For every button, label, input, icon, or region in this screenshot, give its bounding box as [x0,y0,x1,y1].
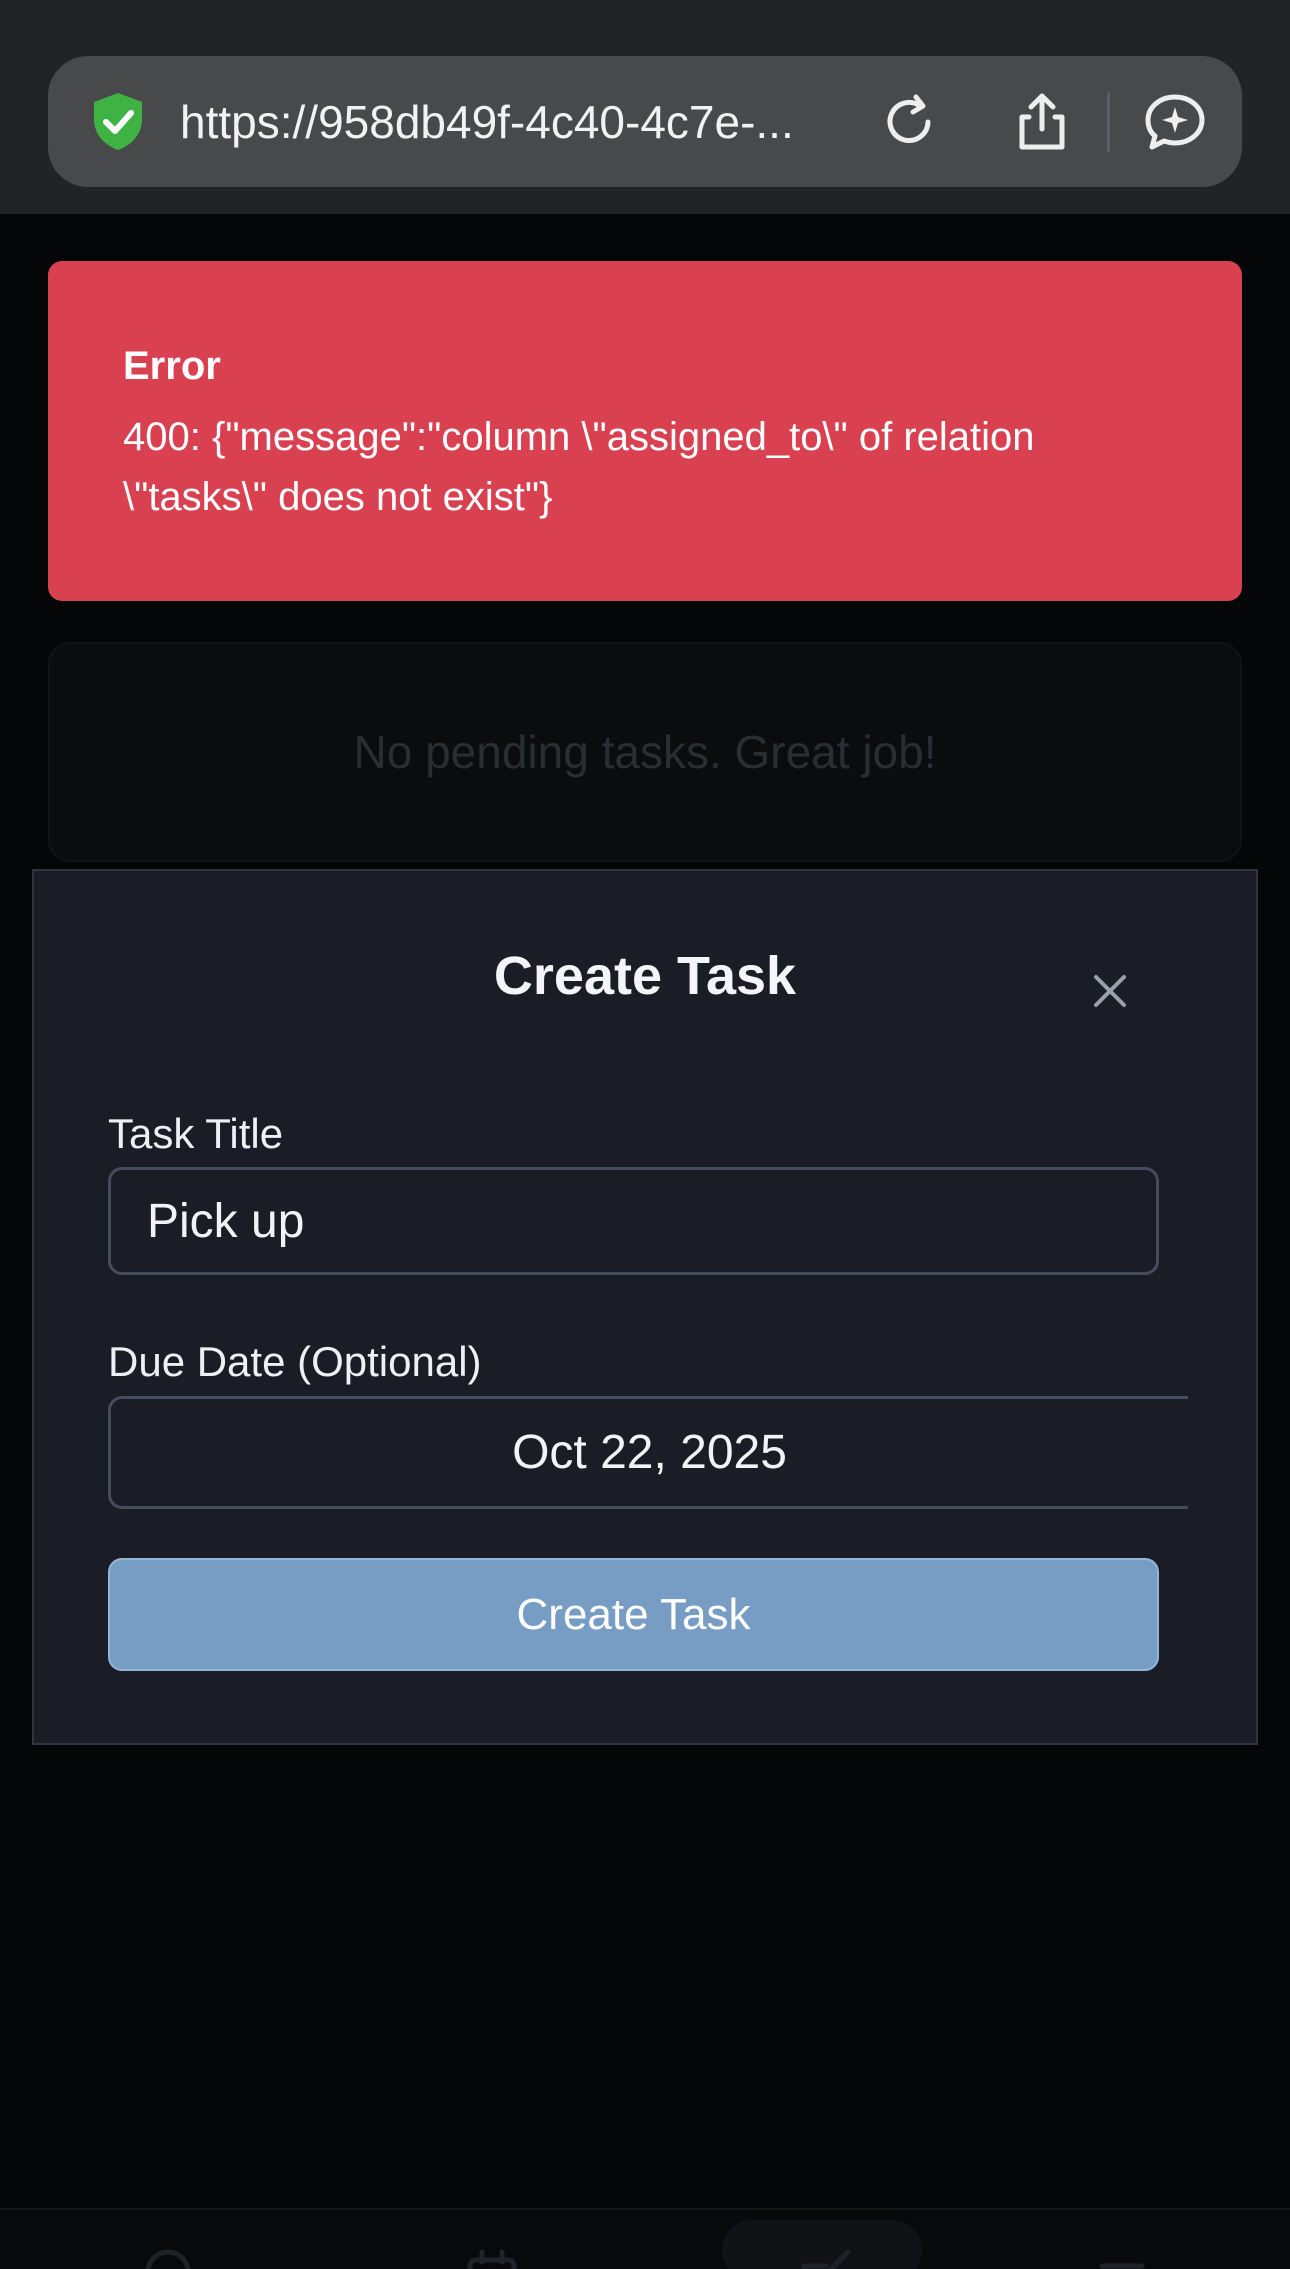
assistant-icon[interactable] [1142,89,1208,155]
shield-check-icon[interactable] [86,89,150,153]
empty-tasks-message: No pending tasks. Great job! [353,726,937,778]
task-title-input[interactable] [108,1167,1159,1275]
search-icon[interactable] [138,2246,198,2269]
due-date-label: Due Date (Optional) [108,1338,482,1385]
error-alert: Error 400: {"message":"column \"assigned… [48,261,1242,601]
share-icon[interactable] [1009,89,1075,155]
browser-toolbar: https://958db49f-4c40-4c7e-... [0,0,1290,214]
task-title-label: Task Title [108,1110,284,1157]
create-task-modal: Create Task Task Title Due Date (Optiona… [32,869,1258,1745]
due-date-input[interactable] [108,1396,1188,1509]
reload-icon[interactable] [876,89,942,155]
page: https://958db49f-4c40-4c7e-... Error 400… [0,0,1290,2269]
toolbar-divider [1107,92,1110,152]
error-title: Error [123,344,221,388]
close-icon[interactable] [1080,961,1140,1021]
edit-icon[interactable] [796,2246,856,2269]
url-text[interactable]: https://958db49f-4c40-4c7e-... [180,92,900,152]
create-task-button[interactable]: Create Task [108,1558,1159,1671]
bottom-nav [0,2208,1290,2269]
tasks-empty-card: No pending tasks. Great job! [48,642,1242,862]
menu-icon[interactable] [1092,2246,1152,2269]
modal-title: Create Task [493,946,797,1006]
calendar-icon[interactable] [462,2246,522,2269]
address-bar[interactable]: https://958db49f-4c40-4c7e-... [48,56,1242,187]
error-message: 400: {"message":"column \"assigned_to\" … [123,415,1035,519]
